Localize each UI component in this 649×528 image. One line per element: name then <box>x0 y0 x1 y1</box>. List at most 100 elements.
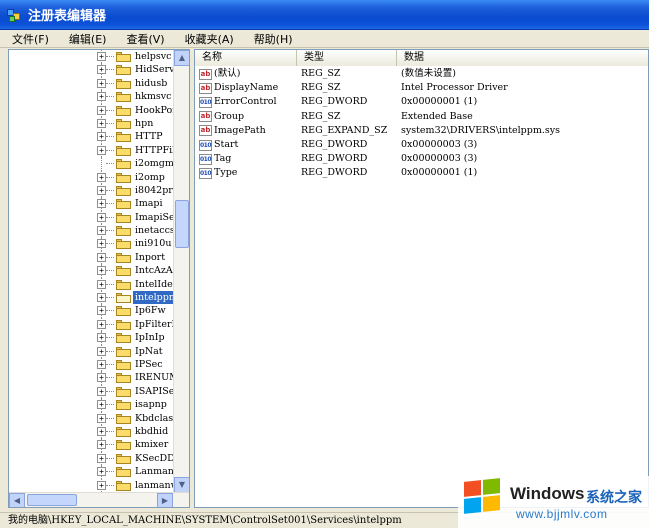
expand-icon[interactable]: + <box>97 118 106 128</box>
expand-icon[interactable]: + <box>97 319 106 329</box>
expand-icon[interactable]: + <box>97 145 106 155</box>
values-list-pane[interactable]: 名称 类型 数据 ab (默认) REG_SZ (数值未设置) ab DisplayNam… <box>194 49 649 508</box>
tree-item[interactable]: + hkmsvc <box>9 90 175 104</box>
expand-icon[interactable]: + <box>97 92 106 102</box>
scroll-up-button[interactable]: ▲ <box>174 50 189 66</box>
tree-item[interactable]: + Imapi <box>9 197 175 211</box>
tree-item[interactable]: + IpInIp <box>9 331 175 345</box>
menu-file[interactable]: 文件(F) <box>0 31 57 47</box>
tree-item[interactable]: + i8042prt <box>9 183 177 198</box>
expand-icon[interactable]: + <box>97 467 106 477</box>
folder-icon <box>116 467 131 478</box>
tree-item[interactable]: + hidusb <box>9 76 175 91</box>
tree-item[interactable]: + ini910u <box>9 237 175 251</box>
value-row[interactable]: 010 Type REG_DWORD 0x00000001 (1) <box>195 166 648 180</box>
registry-tree-pane[interactable]: + helpsvc + HidServ + hidusb + hkmsvc + HookPort +… <box>8 49 190 508</box>
tree-item[interactable]: + i2omp <box>9 170 175 184</box>
tree-item[interactable]: + inetaccs <box>9 224 175 238</box>
expand-icon[interactable]: + <box>97 426 106 436</box>
expand-icon[interactable]: + <box>97 333 106 343</box>
value-row[interactable]: 010 Tag REG_DWORD 0x00000003 (3) <box>195 152 648 166</box>
value-row[interactable]: ab DisplayName REG_SZ Intel Processor Drive… <box>195 81 648 95</box>
tree-item[interactable]: + HidServ <box>9 63 175 77</box>
value-type: REG_EXPAND_SZ <box>301 124 388 136</box>
expand-icon[interactable]: + <box>97 52 106 61</box>
tree-vertical-scrollbar[interactable]: ▲ ▼ <box>173 50 189 493</box>
expand-icon[interactable]: + <box>97 359 106 369</box>
expand-icon[interactable]: + <box>97 185 106 195</box>
expand-icon[interactable]: + <box>97 239 106 249</box>
expand-icon[interactable]: + <box>97 65 106 75</box>
value-row[interactable]: 010 ErrorControl REG_DWORD 0x00000001 (1) <box>195 95 648 109</box>
title-bar[interactable]: 注册表编辑器 <box>0 0 649 30</box>
value-row[interactable]: 010 Start REG_DWORD 0x00000003 (3) <box>195 138 648 152</box>
tree-item[interactable]: + kbdhid <box>9 424 175 439</box>
expand-icon[interactable]: + <box>97 105 106 115</box>
tree-item[interactable]: + IntcAzAudA <box>9 264 189 278</box>
expand-icon[interactable]: + <box>97 453 106 463</box>
expand-icon[interactable]: + <box>97 386 106 396</box>
expand-icon[interactable]: + <box>97 252 106 262</box>
scroll-left-button[interactable]: ◀ <box>9 493 25 507</box>
tree-item[interactable]: + KSecDD <box>9 451 175 466</box>
scroll-thumb[interactable] <box>175 200 189 248</box>
folder-icon <box>116 279 131 290</box>
tree-item[interactable]: + isapnp <box>9 398 175 412</box>
scroll-down-button[interactable]: ▼ <box>174 477 189 493</box>
expand-icon[interactable]: + <box>97 132 106 142</box>
tree-item[interactable]: + hpn <box>9 116 175 131</box>
value-name: (默认) <box>214 68 241 80</box>
expand-icon[interactable]: + <box>97 212 106 222</box>
scroll-right-button[interactable]: ▶ <box>157 493 173 507</box>
folder-icon <box>116 333 131 344</box>
tree-item[interactable]: + intelppm <box>9 291 180 305</box>
tree-item[interactable]: + IpNat <box>9 344 175 358</box>
tree-item[interactable]: + IpFilterDr <box>9 317 184 332</box>
tree-item[interactable]: + IPSec <box>9 357 175 372</box>
tree-item[interactable]: + LanmanServ <box>9 465 189 479</box>
menu-favorites[interactable]: 收藏夹(A) <box>173 31 242 47</box>
tree-item-label: helpsvc <box>135 51 172 62</box>
expand-icon[interactable]: + <box>97 400 106 410</box>
scroll-thumb-horizontal[interactable] <box>27 494 77 506</box>
expand-icon[interactable]: + <box>97 293 106 303</box>
tree-horizontal-scrollbar[interactable]: ◀ ▶ <box>9 492 189 507</box>
column-header-data[interactable]: 数据 <box>397 50 648 66</box>
tree-item[interactable]: i2omgmt <box>9 157 178 171</box>
expand-icon[interactable]: + <box>97 306 106 316</box>
expand-icon[interactable]: + <box>97 78 106 88</box>
tree-item[interactable]: + Kbdclass <box>9 411 178 425</box>
tree-item[interactable]: + lanmanwork <box>9 478 189 492</box>
value-row[interactable]: ab ImagePath REG_EXPAND_SZ system32\DRIVERS… <box>195 124 648 138</box>
menu-view[interactable]: 查看(V) <box>114 31 172 47</box>
column-header-name[interactable]: 名称 <box>195 50 297 66</box>
tree-item[interactable]: + kmixer <box>9 438 175 452</box>
column-header-type[interactable]: 类型 <box>297 50 397 66</box>
expand-icon[interactable]: + <box>97 413 106 423</box>
tree-item[interactable]: + Inport <box>9 250 175 265</box>
expand-icon[interactable]: + <box>97 346 106 356</box>
expand-icon[interactable]: + <box>97 199 106 209</box>
expand-icon[interactable]: + <box>97 373 106 383</box>
expand-icon[interactable]: + <box>97 440 106 450</box>
tree-item[interactable]: + IRENUM <box>9 371 179 385</box>
tree-item[interactable]: + helpsvc <box>9 50 175 64</box>
tree-item[interactable]: + IntelIde <box>9 277 175 292</box>
expand-icon[interactable]: + <box>97 279 106 289</box>
tree-item[interactable]: + HookPort <box>9 103 181 117</box>
tree-item[interactable]: + ISAPISearc <box>9 384 189 399</box>
menu-bar: 文件(F) 编辑(E) 查看(V) 收藏夹(A) 帮助(H) <box>0 30 649 48</box>
tree-item[interactable]: + ImapiServi <box>9 210 188 225</box>
tree-item[interactable]: + Ip6Fw <box>9 304 175 318</box>
menu-help[interactable]: 帮助(H) <box>242 31 301 47</box>
value-row[interactable]: ab (默认) REG_SZ (数值未设置) <box>195 67 648 81</box>
expand-icon[interactable]: + <box>97 480 106 490</box>
value-row[interactable]: ab Group REG_SZ Extended Base <box>195 110 648 124</box>
tree-item[interactable]: + HTTP <box>9 130 175 144</box>
expand-icon[interactable]: + <box>97 266 106 276</box>
expand-icon[interactable]: + <box>97 172 106 182</box>
tree-item-label: Imapi <box>135 198 163 210</box>
expand-icon[interactable]: + <box>97 226 106 236</box>
menu-edit[interactable]: 编辑(E) <box>57 31 115 47</box>
tree-item[interactable]: + HTTPFilter <box>9 143 189 158</box>
